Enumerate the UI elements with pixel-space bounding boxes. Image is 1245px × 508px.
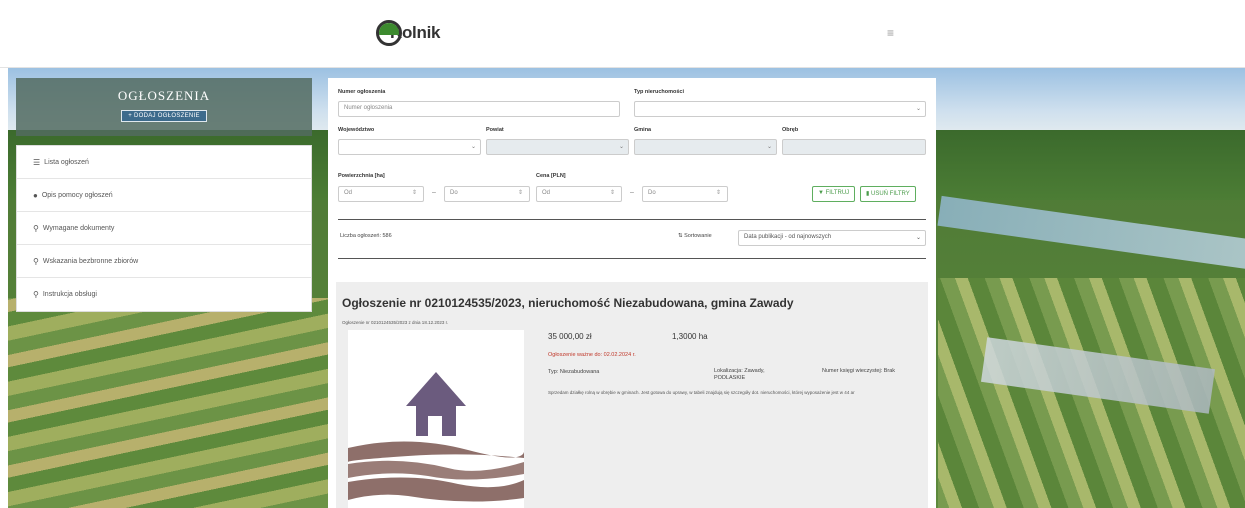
gmina-select[interactable]: ⌄ (634, 139, 777, 155)
spinner-icon: ⇕ (517, 190, 523, 196)
chevron-down-icon: ⌄ (766, 144, 772, 150)
powierzchnia-do-input[interactable]: Do ⇕ (444, 186, 530, 202)
sidebar-item-help[interactable]: ● Opis pomocy ogłoszeń (17, 179, 311, 212)
listing-area: 1,3000 ha (672, 332, 708, 341)
listing-location: Lokalizacja: Zawady, PODLASKIE (714, 368, 765, 381)
sidebar-title: OGŁOSZENIA (117, 88, 211, 103)
filter-button[interactable]: ▼ FILTRUJ (812, 186, 856, 202)
listing-valid-until: Ogłoszenie ważne do: 02.02.2024 r. (548, 352, 636, 358)
sidebar-item-list[interactable]: ☰ Lista ogłoszeń (17, 146, 311, 179)
filter-button-label: FILTRUJ (825, 190, 850, 196)
cena-label: Cena [PLN] (536, 173, 566, 179)
numer-input[interactable]: Numer ogłoszenia (338, 101, 620, 117)
typ-label: Typ nieruchomości (634, 89, 685, 95)
listing-type: Typ: Niezabudowana (548, 369, 600, 375)
cena-do-input[interactable]: Do ⇕ (642, 186, 728, 202)
listing-title[interactable]: Ogłoszenie nr 0210124535/2023, nieruchom… (342, 296, 794, 310)
powiat-select[interactable]: ⌄ (486, 139, 629, 155)
sidebar-item-harvest[interactable]: ⚲ Wskazania bezbronne zbiorów (17, 245, 311, 278)
listing-kw: Numer księgi wieczystej: Brak (822, 368, 896, 374)
sidebar-item-label: Opis pomocy ogłoszeń (41, 191, 113, 199)
top-bar: Rolnik ≡ (0, 0, 1245, 68)
house-icon (348, 372, 525, 502)
add-listing-label: DODAJ OGŁOSZENIE (133, 113, 200, 119)
obreb-input[interactable] (782, 139, 926, 155)
numer-label: Numer ogłoszenia (338, 89, 386, 95)
clear-filters-button[interactable]: ▮ USUŃ FILTRY (860, 186, 916, 202)
list-icon: ☰ (33, 157, 41, 167)
range-dash: – (432, 189, 436, 196)
listing-subtitle: Ogłoszenie nr 0210124535/2023 z dnia 18.… (342, 320, 449, 325)
logo-icon (376, 20, 402, 46)
logo[interactable]: Rolnik (376, 20, 440, 46)
menu-icon[interactable]: ≡ (887, 26, 894, 40)
cena-do-placeholder: Do (648, 190, 656, 196)
info-icon: ● (33, 190, 38, 200)
sidebar-item-label: Lista ogłoszeń (44, 158, 89, 166)
chevron-down-icon: ⌄ (618, 144, 624, 150)
sort-label-text: Sortowanie (684, 233, 712, 239)
chevron-down-icon: ⌄ (915, 106, 921, 112)
divider (338, 258, 926, 259)
trash-icon: ▮ (866, 191, 870, 197)
cena-od-input[interactable]: Od ⇕ (536, 186, 622, 202)
spinner-icon: ⇕ (411, 190, 417, 196)
clear-filters-label: USUŃ FILTRY (870, 191, 910, 197)
sidebar-item-label: Instrukcja obsługi (42, 291, 97, 298)
woj-select[interactable]: ⌄ (338, 139, 481, 155)
woj-label: Województwo (338, 127, 375, 133)
sort-select[interactable]: Data publikacji - od najnowszych ⌄ (738, 230, 926, 246)
sidebar-menu: ☰ Lista ogłoszeń ● Opis pomocy ogłoszeń … (16, 145, 312, 312)
spinner-icon: ⇕ (715, 190, 721, 196)
range-dash: – (630, 189, 634, 196)
sidebar-header: OGŁOSZENIA + DODAJ OGŁOSZENIE (16, 78, 312, 136)
powierzchnia-od-input[interactable]: Od ⇕ (338, 186, 424, 202)
pin-icon: ⚲ (33, 256, 39, 266)
add-listing-button[interactable]: + DODAJ OGŁOSZENIE (121, 110, 207, 122)
filter-icon: ▼ (818, 190, 824, 196)
sidebar-item-documents[interactable]: ⚲ Wymagane dokumenty (17, 212, 311, 245)
chevron-down-icon: ⌄ (915, 235, 921, 241)
chevron-down-icon: ⌄ (470, 144, 476, 150)
listing-card[interactable]: Ogłoszenie nr 0210124535/2023, nieruchom… (336, 282, 928, 508)
sort-value: Data publikacji - od najnowszych (744, 234, 832, 240)
powiat-label: Powiat (486, 127, 504, 133)
divider (338, 219, 926, 220)
powierzchnia-do-placeholder: Do (450, 190, 458, 196)
cena-od-placeholder: Od (542, 190, 551, 196)
listing-description: Sprzedam działkę rolną w obrębie w gmina… (548, 390, 855, 395)
listing-count: Liczba ogłoszeń: 586 (340, 233, 392, 239)
pin-icon: ⚲ (33, 223, 39, 233)
sidebar-item-label: Wskazania bezbronne zbiorów (42, 257, 139, 265)
sort-label: ⇅ Sortowanie (678, 233, 712, 239)
listing-image[interactable] (348, 330, 525, 508)
sidebar-item-label: Wymagane dokumenty (42, 224, 115, 232)
river (937, 195, 1245, 271)
plus-icon: + (128, 113, 133, 119)
obreb-label: Obręb (782, 127, 799, 133)
gmina-label: Gmina (634, 127, 652, 133)
powierzchnia-od-placeholder: Od (344, 190, 353, 196)
typ-select[interactable]: ⌄ (634, 101, 926, 117)
fields-left (8, 298, 338, 508)
powierzchnia-label: Powierzchnia [ha] (338, 173, 385, 179)
pin-icon: ⚲ (33, 290, 39, 299)
spinner-icon: ⇕ (609, 190, 615, 196)
main-panel: Numer ogłoszenia Numer ogłoszenia Typ ni… (328, 78, 936, 508)
sidebar-item-manual[interactable]: ⚲ Instrukcja obsługi (17, 278, 311, 311)
numer-placeholder: Numer ogłoszenia (344, 105, 393, 111)
listing-price: 35 000,00 zł (548, 332, 592, 341)
